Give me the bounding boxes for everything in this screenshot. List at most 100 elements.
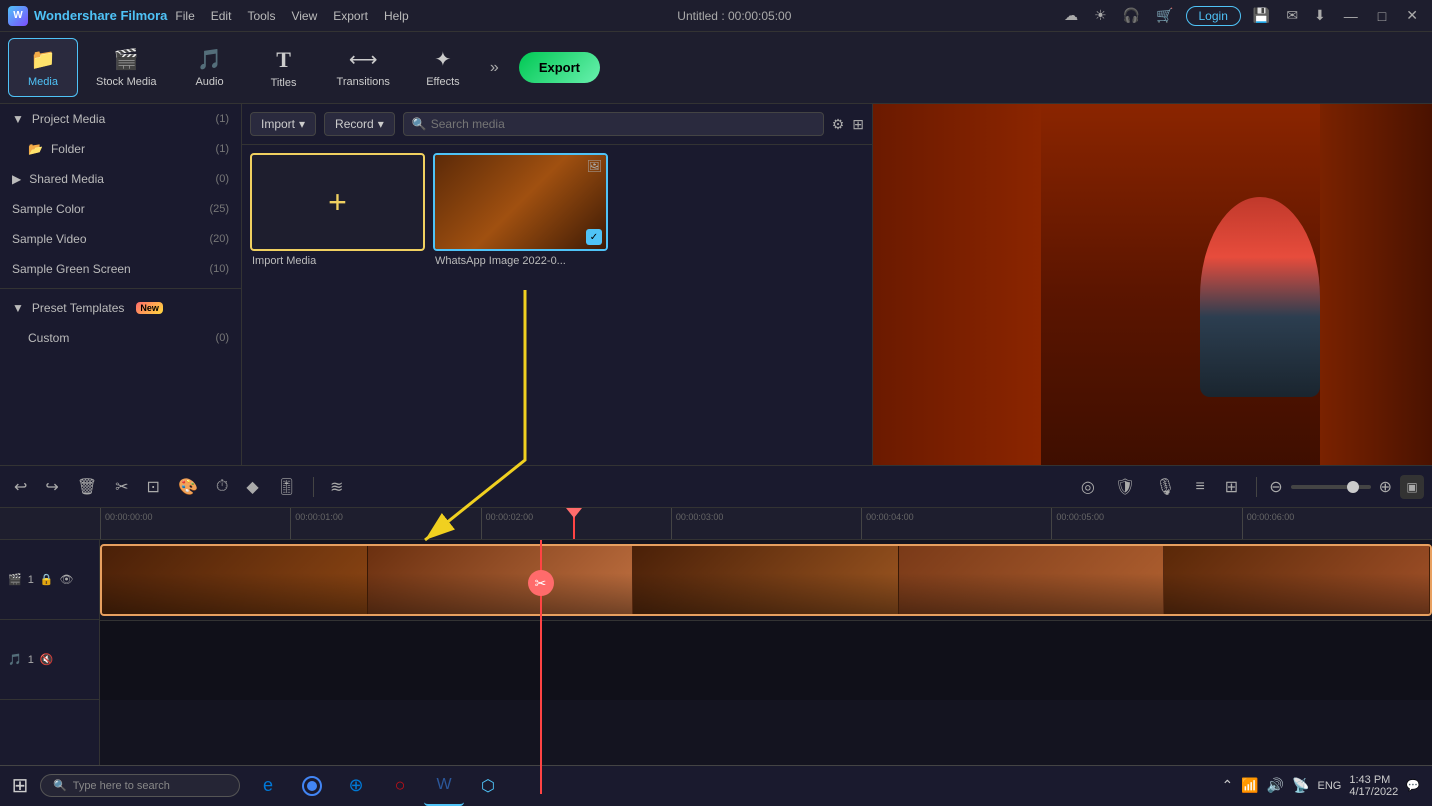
close-button[interactable]: ✕ bbox=[1400, 5, 1424, 26]
audio-button[interactable]: 🎚 bbox=[271, 474, 303, 500]
email-icon[interactable]: ✉ bbox=[1282, 5, 1302, 26]
zoom-out-button[interactable]: ⊖ bbox=[1269, 477, 1282, 497]
ruler-seg-6: 00:00:06:00 bbox=[1242, 508, 1432, 539]
download-icon[interactable]: ⬇ bbox=[1310, 5, 1330, 26]
plus-icon: + bbox=[328, 184, 347, 221]
sidebar-item-sample-green[interactable]: Sample Green Screen (10) bbox=[0, 254, 241, 284]
record-button[interactable]: Record ▾ bbox=[324, 112, 395, 136]
new-badge: New bbox=[136, 302, 163, 314]
media-toolbar: Import ▾ Record ▾ 🔍 ⚙ ⊞ bbox=[242, 104, 872, 145]
opera-icon[interactable]: ○ bbox=[380, 766, 420, 806]
audio-icon: 🎵 bbox=[197, 47, 222, 72]
tool-stock-media[interactable]: 🎬 Stock Media bbox=[82, 39, 171, 96]
search-bar[interactable]: 🔍 Type here to search bbox=[40, 766, 240, 806]
zoom-thumb bbox=[1347, 481, 1359, 493]
notification-icon[interactable]: 💬 bbox=[1406, 779, 1420, 792]
unknown-icon[interactable]: ⬡ bbox=[468, 766, 508, 806]
sidebar-item-folder[interactable]: 📂 Folder (1) bbox=[0, 134, 241, 164]
keyframe-button[interactable]: ◆ bbox=[240, 474, 264, 500]
sidebar-item-project-media[interactable]: ▼ Project Media (1) bbox=[0, 104, 241, 134]
eye-icon[interactable]: 👁 bbox=[60, 573, 74, 586]
menu-edit[interactable]: Edit bbox=[211, 9, 232, 23]
headphone-icon[interactable]: 🎧 bbox=[1119, 5, 1144, 26]
menu-help[interactable]: Help bbox=[384, 9, 409, 23]
media-icon: 📁 bbox=[31, 47, 56, 72]
app-logo-icon: W bbox=[8, 6, 28, 26]
video-track-icon: 🎬 bbox=[8, 573, 22, 586]
redo-button[interactable]: ↪ bbox=[39, 474, 64, 500]
clip-thumbnails bbox=[102, 546, 1430, 614]
speaker-icon[interactable]: 🔊 bbox=[1267, 777, 1284, 794]
start-button[interactable]: ⊞ bbox=[0, 766, 40, 806]
clip-thumb-4 bbox=[899, 546, 1165, 614]
tool-transitions[interactable]: ⟷ Transitions bbox=[323, 39, 404, 96]
lock-icon[interactable]: 🔒 bbox=[40, 573, 54, 586]
wifi-icon[interactable]: 📡 bbox=[1292, 777, 1309, 794]
save-icon[interactable]: 💾 bbox=[1249, 5, 1274, 26]
zoom-in-button[interactable]: ⊕ bbox=[1379, 477, 1392, 497]
sidebar-item-preset-templates[interactable]: ▼ Preset Templates New bbox=[0, 293, 241, 323]
menu-tools[interactable]: Tools bbox=[247, 9, 275, 23]
more-tools-button[interactable]: » bbox=[482, 59, 507, 77]
color-button[interactable]: 🎨 bbox=[172, 474, 204, 500]
speed-button[interactable]: ⏱ bbox=[210, 475, 234, 499]
import-label: Import bbox=[261, 117, 295, 131]
menu-file[interactable]: File bbox=[175, 9, 194, 23]
filter-icon[interactable]: ⚙ bbox=[832, 116, 845, 133]
mic-button[interactable]: 🎙 bbox=[1149, 474, 1181, 500]
undo-button[interactable]: ↩ bbox=[8, 474, 33, 500]
login-button[interactable]: Login bbox=[1186, 6, 1241, 26]
sidebar-divider bbox=[0, 288, 241, 289]
menu-view[interactable]: View bbox=[291, 9, 317, 23]
grid-icon[interactable]: ⊞ bbox=[852, 116, 864, 133]
video-clip[interactable]: WhatsApp Image 2022-04-17 at 1.08.28 PM bbox=[100, 544, 1432, 616]
effects-icon: ✦ bbox=[435, 47, 452, 72]
network-icon[interactable]: 📶 bbox=[1241, 777, 1258, 794]
word-icon[interactable]: W bbox=[424, 766, 464, 806]
export-button[interactable]: Export bbox=[519, 52, 600, 83]
import-media-label: Import Media bbox=[250, 251, 425, 271]
track-header-button[interactable]: ≡ bbox=[1189, 475, 1210, 499]
transitions-label: Transitions bbox=[337, 76, 390, 88]
sidebar-item-sample-color[interactable]: Sample Color (25) bbox=[0, 194, 241, 224]
chrome-icon[interactable] bbox=[292, 766, 332, 806]
import-button[interactable]: Import ▾ bbox=[250, 112, 316, 136]
snap-button[interactable]: ▣ bbox=[1400, 475, 1424, 499]
audio-mute-icon[interactable]: 🔇 bbox=[40, 653, 54, 666]
audio-track-icon: 🎵 bbox=[8, 653, 22, 666]
playhead-arrow bbox=[566, 508, 582, 518]
record-label: Record bbox=[335, 117, 374, 131]
mask-button[interactable]: ◎ bbox=[1075, 474, 1101, 500]
sidebar-item-shared-media[interactable]: ▶ Shared Media (0) bbox=[0, 164, 241, 194]
chevron-down-icon-2: ▼ bbox=[12, 301, 24, 315]
sun-icon[interactable]: ☀ bbox=[1090, 5, 1111, 26]
crop-button[interactable]: ⊡ bbox=[141, 474, 166, 500]
chevron-down-icon: ▼ bbox=[12, 112, 24, 126]
edge-icon[interactable]: e bbox=[248, 766, 288, 806]
cart-icon[interactable]: 🛒 bbox=[1152, 5, 1177, 26]
tool-titles[interactable]: T Titles bbox=[249, 39, 319, 97]
delete-button[interactable]: 🗑 bbox=[71, 474, 103, 500]
menu-export[interactable]: Export bbox=[333, 9, 368, 23]
ruler-seg-4: 00:00:04:00 bbox=[861, 508, 1051, 539]
tool-media[interactable]: 📁 Media bbox=[8, 38, 78, 97]
tool-audio[interactable]: 🎵 Audio bbox=[175, 39, 245, 96]
cloud-icon[interactable]: ☁ bbox=[1060, 5, 1082, 26]
maximize-button[interactable]: □ bbox=[1372, 6, 1392, 26]
track-button[interactable]: 🛡 bbox=[1109, 474, 1141, 500]
msedge-icon[interactable]: ⊕ bbox=[336, 766, 376, 806]
tool-effects[interactable]: ✦ Effects bbox=[408, 39, 478, 96]
search-input[interactable] bbox=[431, 117, 815, 131]
cut-button[interactable]: ✂ bbox=[109, 474, 134, 500]
sidebar-item-sample-video[interactable]: Sample Video (20) bbox=[0, 224, 241, 254]
zoom-slider[interactable] bbox=[1291, 485, 1371, 489]
scissor-button[interactable]: ✂ bbox=[528, 570, 554, 596]
chevron-up-icon[interactable]: ⌃ bbox=[1221, 777, 1233, 794]
waveform-button[interactable]: ≋ bbox=[324, 474, 349, 500]
timeline-playhead: ✂ bbox=[540, 540, 542, 794]
pip-button[interactable]: ⊞ bbox=[1219, 474, 1244, 500]
sidebar-item-custom[interactable]: Custom (0) bbox=[0, 323, 241, 353]
titles-label: Titles bbox=[271, 77, 297, 89]
taskbar-right: ⌃ 📶 🔊 📡 ENG 1:43 PM 4/17/2022 💬 bbox=[1209, 774, 1432, 798]
minimize-button[interactable]: — bbox=[1338, 6, 1364, 26]
